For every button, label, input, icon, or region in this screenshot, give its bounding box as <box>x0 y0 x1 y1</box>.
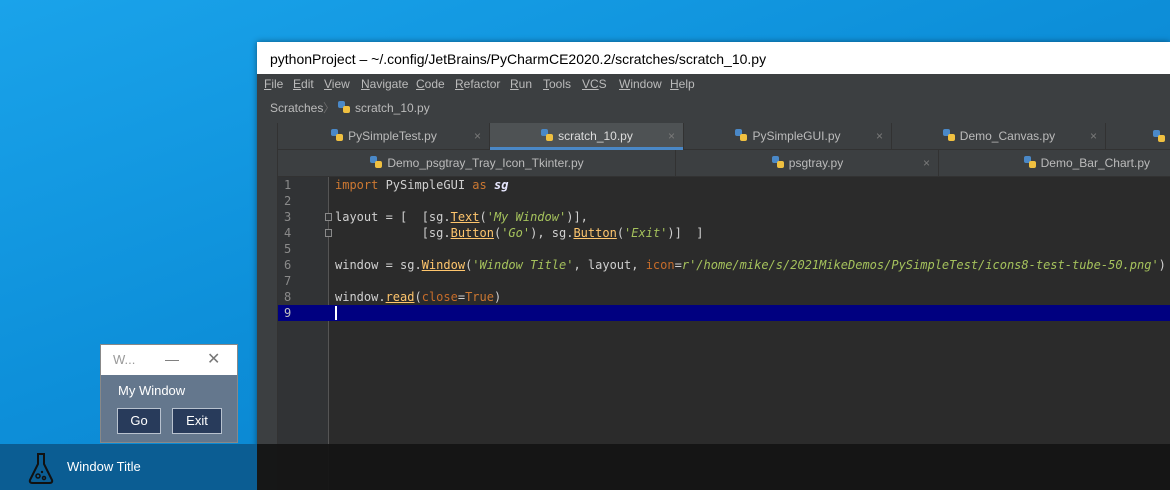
go-button[interactable]: Go <box>117 408 161 434</box>
tab-demo-psgtray[interactable]: Demo_psgtray_Tray_Icon_Tkinter.py <box>278 150 676 176</box>
taskbar-app-window-title[interactable]: Window Title <box>0 444 257 490</box>
ide-window-title: pythonProject – ~/.config/JetBrains/PyCh… <box>270 51 767 67</box>
code-line-5: 5 <box>278 241 1170 257</box>
tab-pysimpletest[interactable]: PySimpleTest.py × <box>278 123 490 149</box>
menu-run[interactable]: Run <box>510 74 532 94</box>
tab-scratch-10[interactable]: scratch_10.py × <box>490 123 684 150</box>
close-icon[interactable]: × <box>474 123 481 149</box>
my-window-text: My Window <box>118 383 186 398</box>
mini-window-title-bar[interactable]: W... — ✕ <box>101 345 237 375</box>
tab-label: Demo_Canvas.py <box>959 129 1056 143</box>
fold-marker-icon[interactable] <box>325 229 332 237</box>
tab-label: PySimpleGUI.py <box>752 129 841 143</box>
code-line-8: 8 window.read(close=True) <box>278 289 1170 305</box>
tab-overflow[interactable] <box>1106 123 1170 149</box>
tab-label: scratch_10.py <box>558 129 633 143</box>
pysimplegui-window: W... — ✕ My Window Go Exit <box>100 344 238 443</box>
menu-bar: File Edit View Navigate Code Refactor Ru… <box>257 74 1170 94</box>
code-text: window = sg.Window('Window Title', layou… <box>335 258 1166 272</box>
line-number: 1 <box>284 178 292 192</box>
minimize-icon[interactable]: — <box>165 345 179 373</box>
python-file-icon <box>370 156 383 168</box>
editor-tabs-row-1: PySimpleTest.py × scratch_10.py × PySimp… <box>278 123 1170 150</box>
breadcrumb-scratches[interactable]: Scratches <box>270 94 323 123</box>
code-text: [sg.Button('Go'), sg.Button('Exit')] ] <box>335 226 704 240</box>
mini-window-title: W... <box>113 352 136 367</box>
menu-code[interactable]: Code <box>416 74 445 94</box>
close-icon[interactable]: × <box>923 150 930 176</box>
close-icon[interactable]: ✕ <box>207 345 220 375</box>
close-icon[interactable]: × <box>876 123 883 149</box>
python-file-icon <box>771 156 784 168</box>
menu-vcs[interactable]: VCS <box>582 74 607 94</box>
code-line-7: 7 <box>278 273 1170 289</box>
tab-label: psgtray.py <box>788 156 844 170</box>
menu-navigate[interactable]: Navigate <box>361 74 408 94</box>
tab-demo-canvas[interactable]: Demo_Canvas.py × <box>892 123 1106 149</box>
editor-tabs-row-2: Demo_psgtray_Tray_Icon_Tkinter.py psgtra… <box>278 150 1170 177</box>
line-number: 9 <box>284 306 292 320</box>
exit-button[interactable]: Exit <box>172 408 222 434</box>
line-number: 6 <box>284 258 292 272</box>
line-number: 2 <box>284 194 292 208</box>
close-icon[interactable]: × <box>1090 123 1097 149</box>
breadcrumb-file[interactable]: scratch_10.py <box>337 94 430 123</box>
python-file-icon <box>735 129 748 141</box>
code-line-9-current: 9 <box>278 305 1170 321</box>
code-text: layout = [ [sg.Text('My Window')], <box>335 210 588 224</box>
python-file-icon <box>541 129 554 141</box>
ide-window: pythonProject – ~/.config/JetBrains/PyCh… <box>257 42 1170 490</box>
tab-demo-bar-chart[interactable]: Demo_Bar_Chart.py <box>939 150 1170 176</box>
tab-label: Demo_psgtray_Tray_Icon_Tkinter.py <box>387 156 584 170</box>
tab-pysimplegui[interactable]: PySimpleGUI.py × <box>684 123 892 149</box>
code-text: import PySimpleGUI as sg <box>335 178 509 192</box>
breadcrumb: Scratches 〉 scratch_10.py <box>257 94 1170 124</box>
menu-refactor[interactable]: Refactor <box>455 74 500 94</box>
line-number: 7 <box>284 274 292 288</box>
python-file-icon <box>338 101 350 113</box>
code-line-3: 3 layout = [ [sg.Text('My Window')], <box>278 209 1170 225</box>
tool-window-strip <box>257 123 278 490</box>
code-line-1: 1 import PySimpleGUI as sg <box>278 177 1170 193</box>
tab-label: Demo_Bar_Chart.py <box>1040 156 1150 170</box>
python-file-icon <box>942 129 955 141</box>
text-caret <box>335 306 337 320</box>
menu-tools[interactable]: Tools <box>543 74 571 94</box>
line-number: 5 <box>284 242 292 256</box>
line-number: 4 <box>284 226 292 240</box>
menu-window[interactable]: Window <box>619 74 662 94</box>
menu-file[interactable]: File <box>264 74 283 94</box>
taskbar-app-label: Window Title <box>67 459 141 474</box>
menu-edit[interactable]: Edit <box>293 74 314 94</box>
python-file-icon <box>1153 130 1165 142</box>
menu-help[interactable]: Help <box>670 74 695 94</box>
menu-view[interactable]: View <box>324 74 350 94</box>
line-number: 3 <box>284 210 292 224</box>
breadcrumb-separator: 〉 <box>323 101 336 115</box>
code-line-6: 6 window = sg.Window('Window Title', lay… <box>278 257 1170 273</box>
python-file-icon <box>331 129 344 141</box>
fold-marker-icon[interactable] <box>325 213 332 221</box>
code-text: window.read(close=True) <box>335 290 502 304</box>
breadcrumb-file-label: scratch_10.py <box>355 101 430 115</box>
code-line-4: 4 [sg.Button('Go'), sg.Button('Exit')] ] <box>278 225 1170 241</box>
code-line-2: 2 <box>278 193 1170 209</box>
python-file-icon <box>1023 156 1036 168</box>
tab-psgtray[interactable]: psgtray.py × <box>676 150 939 176</box>
test-tube-icon <box>28 453 54 484</box>
line-number: 8 <box>284 290 292 304</box>
tab-label: PySimpleTest.py <box>348 129 437 143</box>
ide-title-bar[interactable]: pythonProject – ~/.config/JetBrains/PyCh… <box>257 42 1170 74</box>
close-icon[interactable]: × <box>668 123 675 149</box>
taskbar: Window Title <box>0 444 1170 490</box>
